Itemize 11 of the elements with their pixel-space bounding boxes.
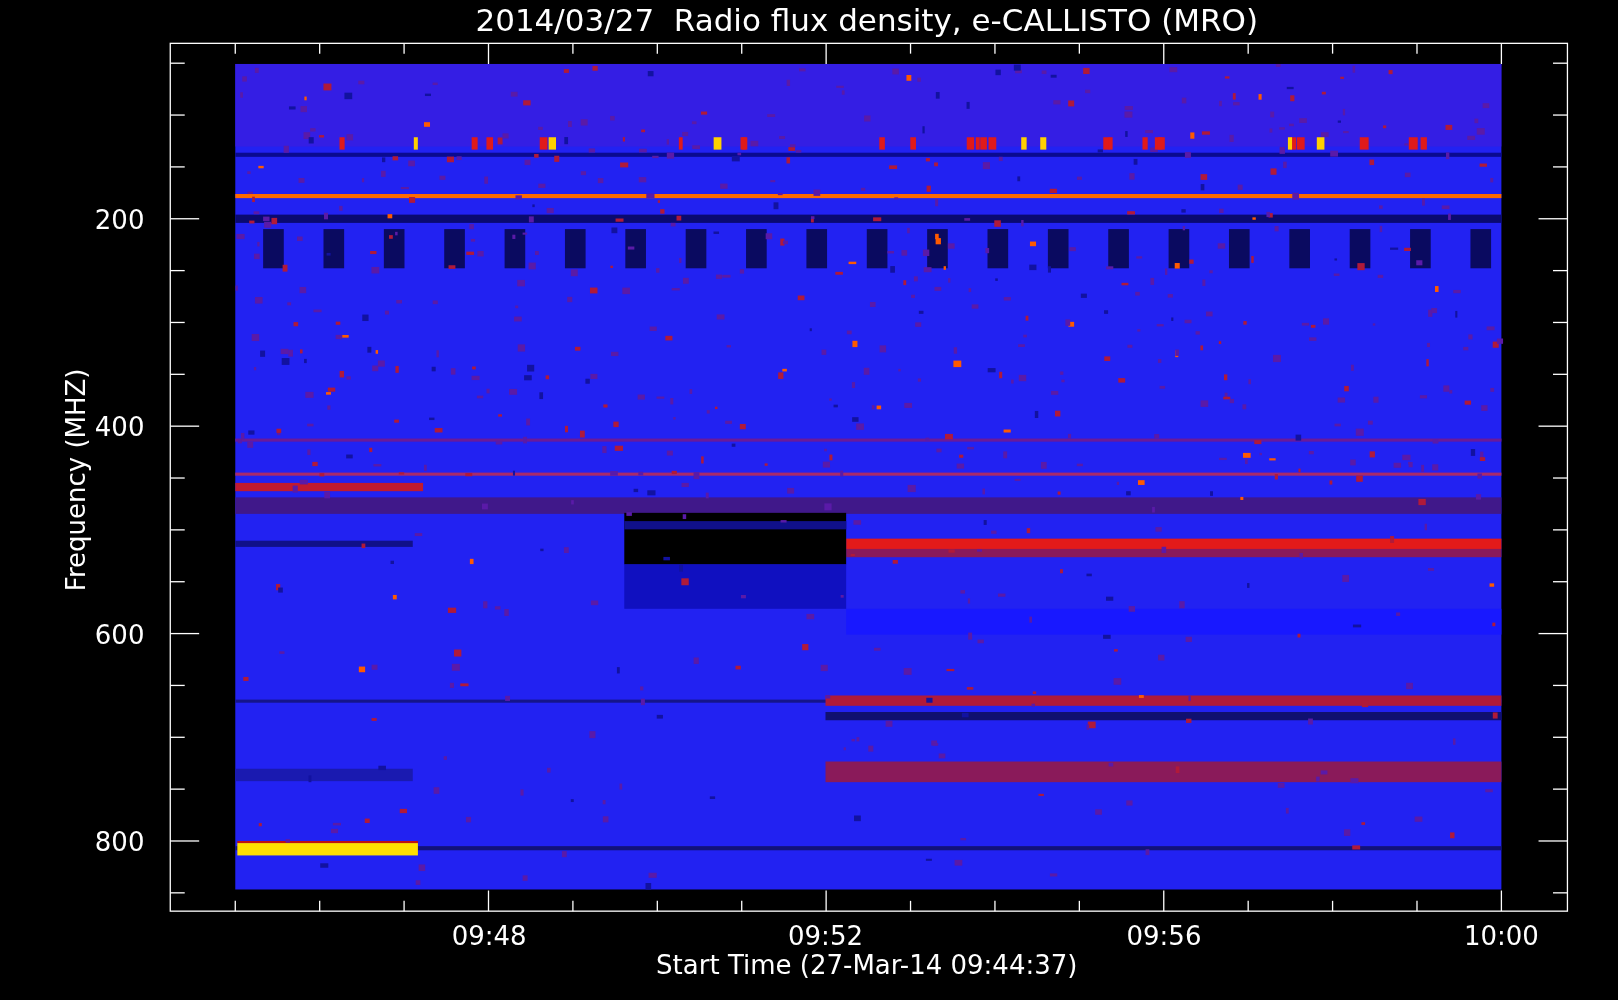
tick-label: 600: [94, 619, 145, 650]
tick-label: 200: [94, 205, 145, 236]
tick-label: 09:48: [451, 921, 527, 952]
tick-label: 10:00: [1463, 921, 1539, 952]
axis-label: Start Time (27-Mar-14 09:44:37): [656, 950, 1078, 981]
tick-label: 400: [94, 412, 145, 443]
tick-label: 800: [94, 827, 145, 858]
tick-label: 09:52: [788, 921, 863, 952]
chart-title: 2014/03/27 Radio flux density, e-CALLISTO (MRO): [475, 1, 1259, 38]
axis-label: Frequency (MHZ): [60, 368, 91, 592]
tick-label: 09:56: [1126, 921, 1202, 952]
